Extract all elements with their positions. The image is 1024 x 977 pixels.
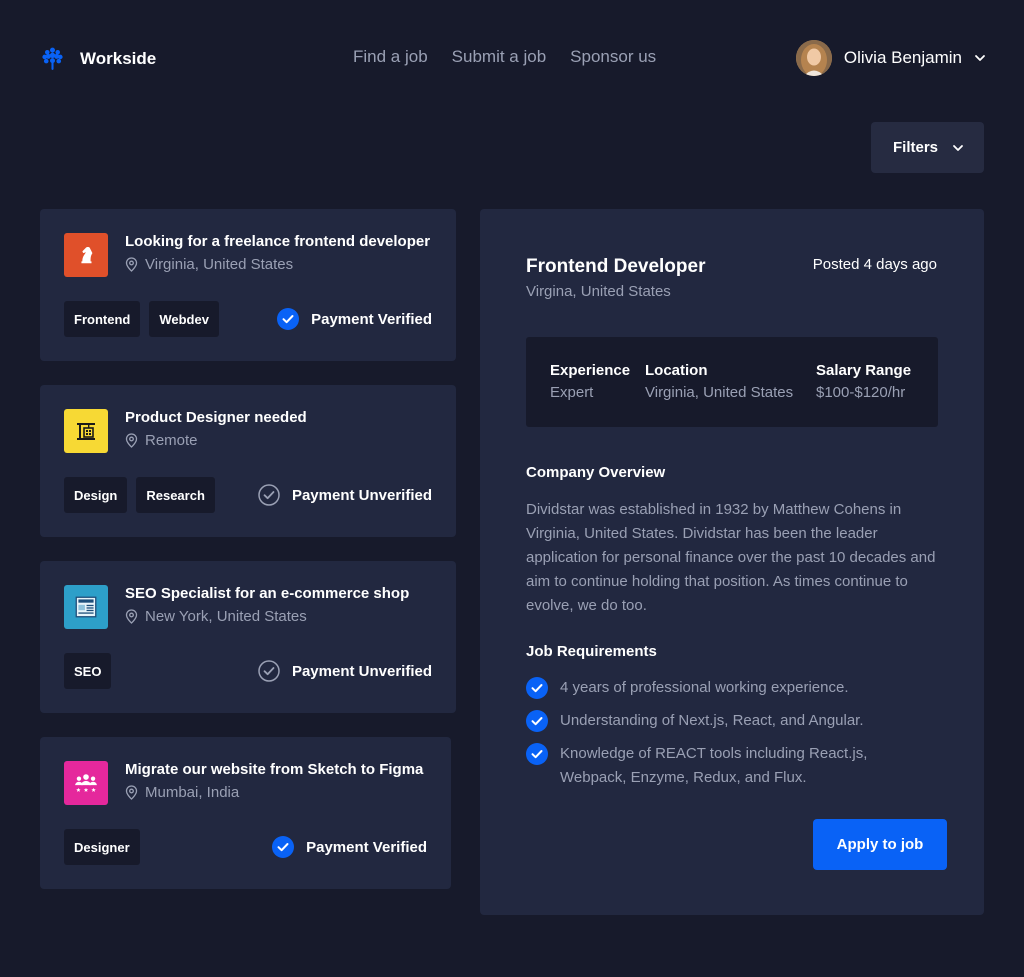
job-card[interactable]: Product Designer needed Remote Design Re… <box>40 385 456 537</box>
job-tag[interactable]: Frontend <box>64 301 141 337</box>
map-pin-icon <box>125 609 138 624</box>
verified-check-icon <box>277 308 300 330</box>
job-title: Product Designer needed <box>125 409 307 426</box>
job-location: Mumbai, India <box>125 784 239 801</box>
nav-sponsor-us[interactable]: Sponsor us <box>570 47 656 67</box>
unverified-check-icon <box>258 660 280 682</box>
company-overview-heading: Company Overview <box>526 464 666 481</box>
map-pin-icon <box>125 433 138 448</box>
check-circle-icon <box>526 743 548 765</box>
brand-name: Workside <box>80 48 157 68</box>
job-tag[interactable]: SEO <box>64 653 112 689</box>
payment-status-text: Payment Unverified <box>291 486 432 504</box>
user-name: Olivia Benjamin <box>843 48 962 67</box>
job-location-text: Virginia, United States <box>145 256 294 273</box>
requirement-item: Knowledge of REACT tools including React… <box>526 742 910 790</box>
payment-status: Payment Verified <box>277 308 432 330</box>
job-tags: Designer <box>64 829 140 865</box>
filters-label: Filters <box>893 139 939 156</box>
chevron-down-icon <box>953 144 963 151</box>
header: Workside Find a job Submit a job Sponsor… <box>0 0 1024 116</box>
payment-status-text: Payment Unverified <box>291 662 432 680</box>
requirement-text: Understanding of Next.js, React, and Ang… <box>560 712 864 729</box>
requirement-text: Knowledge of REACT tools including React… <box>560 745 868 786</box>
job-info-summary: Experience Expert Location Virginia, Uni… <box>526 337 938 427</box>
requirement-text: 4 years of professional working experien… <box>560 679 849 696</box>
unverified-check-icon <box>258 484 280 506</box>
job-title: Looking for a freelance frontend develop… <box>125 233 431 250</box>
requirement-item: Understanding of Next.js, React, and Ang… <box>526 709 910 733</box>
job-location-text: New York, United States <box>145 608 307 625</box>
job-title: Migrate our website from Sketch to Figma <box>125 761 424 778</box>
job-tags: Frontend Webdev <box>64 301 219 337</box>
newspaper-icon <box>75 596 97 618</box>
info-label: Salary Range <box>816 362 912 379</box>
payment-status-text: Payment Verified <box>311 310 432 328</box>
payment-status-text: Payment Verified <box>306 838 427 856</box>
info-salary: Salary Range $100-$120/hr <box>816 362 911 401</box>
info-label: Location <box>645 362 708 379</box>
main-nav: Find a job Submit a job Sponsor us <box>353 47 656 67</box>
job-tag[interactable]: Webdev <box>149 301 219 337</box>
user-menu[interactable]: Olivia Benjamin <box>795 40 986 76</box>
job-location-text: Mumbai, India <box>145 784 240 801</box>
brand-logo[interactable]: Workside <box>40 46 156 71</box>
map-pin-icon <box>125 257 138 272</box>
info-value: Expert <box>550 384 594 401</box>
chess-knight-icon <box>81 246 93 264</box>
team-icon <box>75 774 97 792</box>
chevron-down-icon <box>975 55 985 61</box>
info-value: Virginia, United States <box>645 384 794 401</box>
job-location: Remote <box>125 432 198 449</box>
payment-status: Payment Unverified <box>258 484 432 506</box>
payment-status: Payment Unverified <box>258 660 432 682</box>
verified-check-icon <box>272 836 295 858</box>
detail-location: Virgina, United States <box>526 283 671 300</box>
job-card[interactable]: SEO Specialist for an e-commerce shop Ne… <box>40 561 456 713</box>
info-value: $100-$120/hr <box>816 384 906 401</box>
job-requirements-heading: Job Requirements <box>526 643 657 660</box>
job-location: New York, United States <box>125 608 307 625</box>
job-location-text: Remote <box>145 432 198 449</box>
detail-title: Frontend Developer <box>526 256 706 277</box>
job-tag[interactable]: Research <box>136 477 215 513</box>
nav-find-job[interactable]: Find a job <box>353 47 428 67</box>
avatar <box>795 40 832 76</box>
info-label: Experience <box>550 362 631 379</box>
job-title: SEO Specialist for an e-commerce shop <box>125 585 410 602</box>
nav-submit-job[interactable]: Submit a job <box>452 47 547 67</box>
info-location: Location Virginia, United States <box>645 362 793 401</box>
job-tag[interactable]: Design <box>64 477 128 513</box>
map-pin-icon <box>125 785 138 800</box>
apply-to-job-button[interactable]: Apply to job <box>813 819 947 870</box>
payment-status: Payment Verified <box>272 836 427 858</box>
job-detail-panel: Frontend Developer Virgina, United State… <box>480 209 984 915</box>
job-card[interactable]: Migrate our website from Sketch to Figma… <box>40 737 451 889</box>
company-logo <box>64 761 108 805</box>
job-tags: SEO <box>64 653 112 689</box>
job-location: Virginia, United States <box>125 256 293 273</box>
job-tags: Design Research <box>64 477 215 513</box>
check-circle-icon <box>526 677 548 699</box>
company-logo <box>64 585 108 629</box>
crane-icon <box>77 423 95 440</box>
company-logo <box>64 233 108 277</box>
filters-dropdown[interactable]: Filters <box>871 122 984 173</box>
job-card[interactable]: Looking for a freelance frontend develop… <box>40 209 456 361</box>
requirement-item: 4 years of professional working experien… <box>526 676 910 700</box>
tree-logo-icon <box>42 47 63 70</box>
check-circle-icon <box>526 710 548 732</box>
company-overview-text: Dividstar was established in 1932 by Mat… <box>526 501 936 614</box>
detail-posted-date: Posted 4 days ago <box>812 256 937 273</box>
info-experience: Experience Expert <box>550 362 630 401</box>
job-tag[interactable]: Designer <box>64 829 140 865</box>
company-logo <box>64 409 108 453</box>
